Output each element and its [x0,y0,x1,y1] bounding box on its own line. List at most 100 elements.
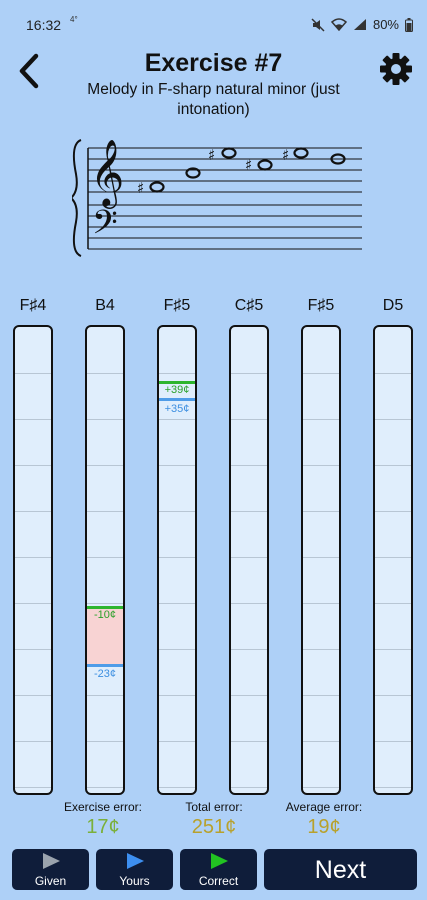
page-title: Exercise #7 [144,49,283,77]
grid-line [159,695,195,696]
grid-line [159,511,195,512]
play-correct-button[interactable]: Correct [180,849,257,890]
pitch-column[interactable] [229,325,269,795]
column-label: C♯5 [234,297,264,314]
grid-line [15,373,51,374]
column-label: B4 [95,297,115,314]
grid-line [159,603,195,604]
grid-line [15,787,51,788]
average-error-value: 19¢ [307,816,341,838]
your-cents-label: -23¢ [93,668,117,680]
given-cents-label: +39¢ [164,384,190,396]
grid-line [303,787,339,788]
grid-line [15,741,51,742]
average-error-label: Average error: [285,800,363,814]
pitch-column[interactable] [373,325,413,795]
your-pitch-marker [159,398,195,401]
grid-line [87,741,123,742]
grid-line [375,741,411,742]
grid-line [231,557,267,558]
grid-line [375,373,411,374]
play-icon [126,853,144,869]
pitch-column[interactable] [301,325,341,795]
mute-icon [311,17,325,32]
given-cents-label: -10¢ [93,609,117,621]
grid-line [231,649,267,650]
column-label: D5 [382,297,404,314]
grid-line [303,373,339,374]
grid-line [303,649,339,650]
grid-line [87,511,123,512]
grand-staff-brace [72,139,82,257]
gear-icon [380,53,412,85]
given-label: Given [34,874,67,888]
grid-line [375,787,411,788]
grid-line [231,603,267,604]
column-label: F♯5 [163,297,191,314]
column-label: F♯4 [19,297,47,314]
grid-line [303,695,339,696]
settings-button[interactable] [378,51,414,87]
grid-line [15,419,51,420]
note-head [293,147,309,159]
grid-line [231,373,267,374]
grid-line [303,603,339,604]
grid-line [375,695,411,696]
pitch-column[interactable]: -10¢ -23¢ [85,325,125,795]
pitch-column[interactable]: +39¢ +35¢ [157,325,197,795]
grid-line [15,649,51,650]
column-label: F♯5 [307,297,335,314]
pitch-column[interactable] [13,325,53,795]
status-time: 16:32 [26,17,62,33]
grid-line [159,465,195,466]
grid-line [159,741,195,742]
grid-line [87,557,123,558]
play-icon [42,853,60,869]
grid-line [159,557,195,558]
grid-line [159,373,195,374]
grid-line [375,557,411,558]
play-yours-button[interactable]: Yours [96,849,173,890]
status-icons: 80% [311,17,413,32]
grid-line [15,603,51,604]
next-label: Next [314,856,367,884]
grid-line [159,649,195,650]
total-error-label: Total error: [185,800,243,814]
grid-line [231,511,267,512]
play-icon [210,853,228,869]
grid-line [15,465,51,466]
note-head [257,159,273,171]
grid-line [15,695,51,696]
total-error-value: 251¢ [191,816,237,838]
sharp-sign: ♯ [245,156,252,174]
grid-line [231,419,267,420]
grid-line [231,787,267,788]
grid-line [87,373,123,374]
grid-line [159,419,195,420]
grid-line [231,465,267,466]
yours-label: Yours [119,874,150,888]
grid-line [231,695,267,696]
next-button[interactable]: Next [264,849,417,890]
sharp-sign: ♯ [282,146,289,164]
status-extra: 4° [70,15,78,24]
grid-line [159,787,195,788]
correct-label: Correct [198,874,239,888]
grid-line [303,465,339,466]
note-head [149,181,165,193]
grid-line [231,741,267,742]
treble-clef-icon: 𝄞 [90,138,124,209]
grid-line [375,465,411,466]
exercise-error-label: Exercise error: [63,800,143,814]
grid-line [87,419,123,420]
grid-line [15,557,51,558]
sharp-sign: ♯ [208,146,215,164]
grid-line [87,465,123,466]
play-given-button[interactable]: Given [12,849,89,890]
grid-line [87,603,123,604]
grid-line [87,787,123,788]
grid-line [87,695,123,696]
your-cents-label: +35¢ [164,403,190,415]
grid-line [303,511,339,512]
exercise-error-value: 17¢ [86,816,120,838]
